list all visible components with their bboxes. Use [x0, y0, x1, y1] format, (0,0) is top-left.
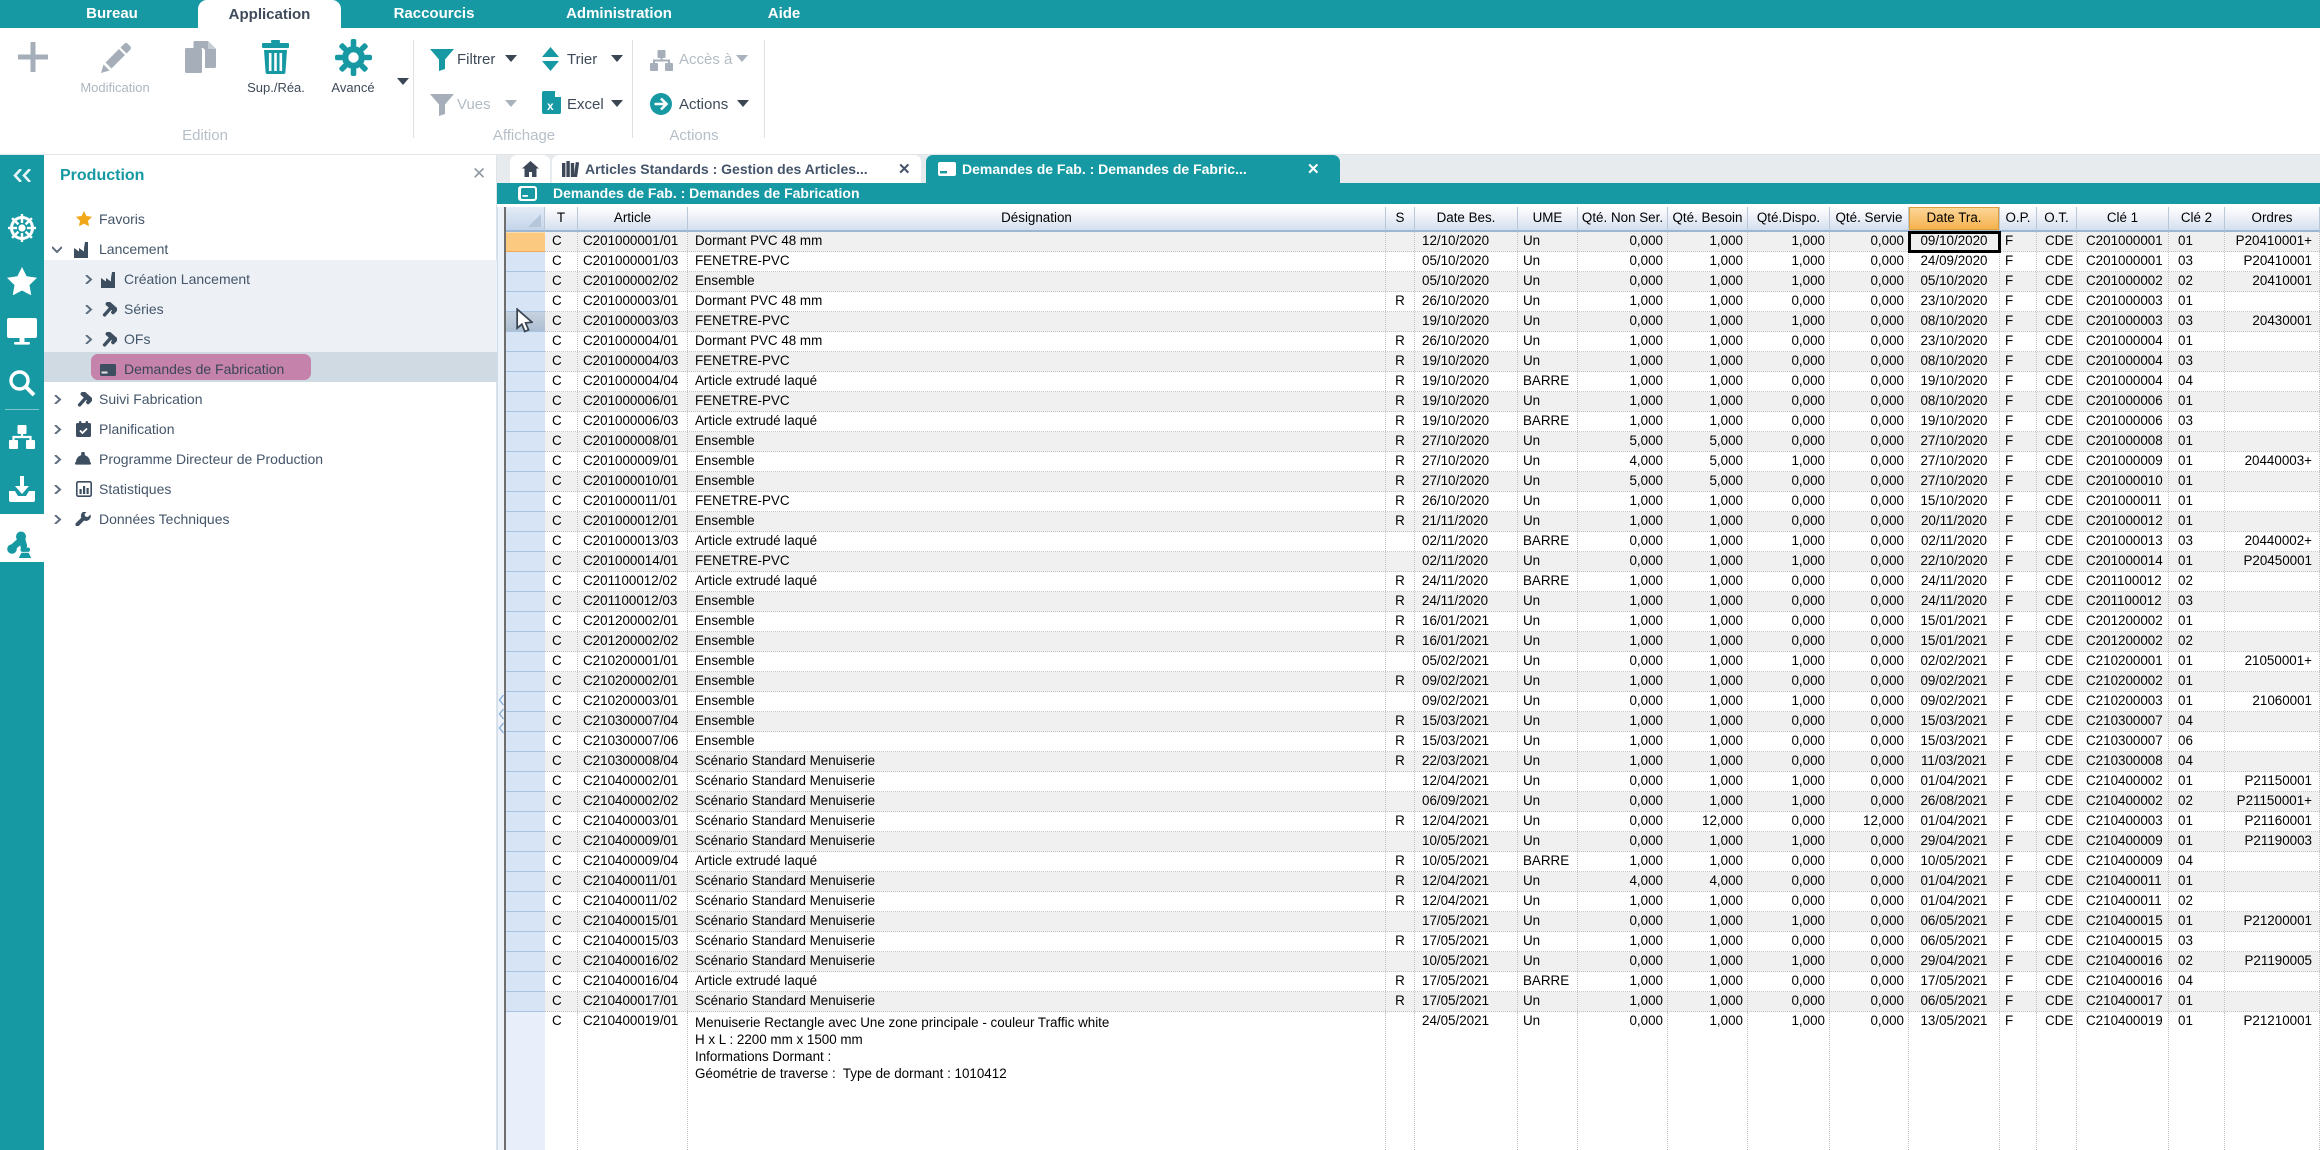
svg-text:x: x — [547, 99, 554, 113]
